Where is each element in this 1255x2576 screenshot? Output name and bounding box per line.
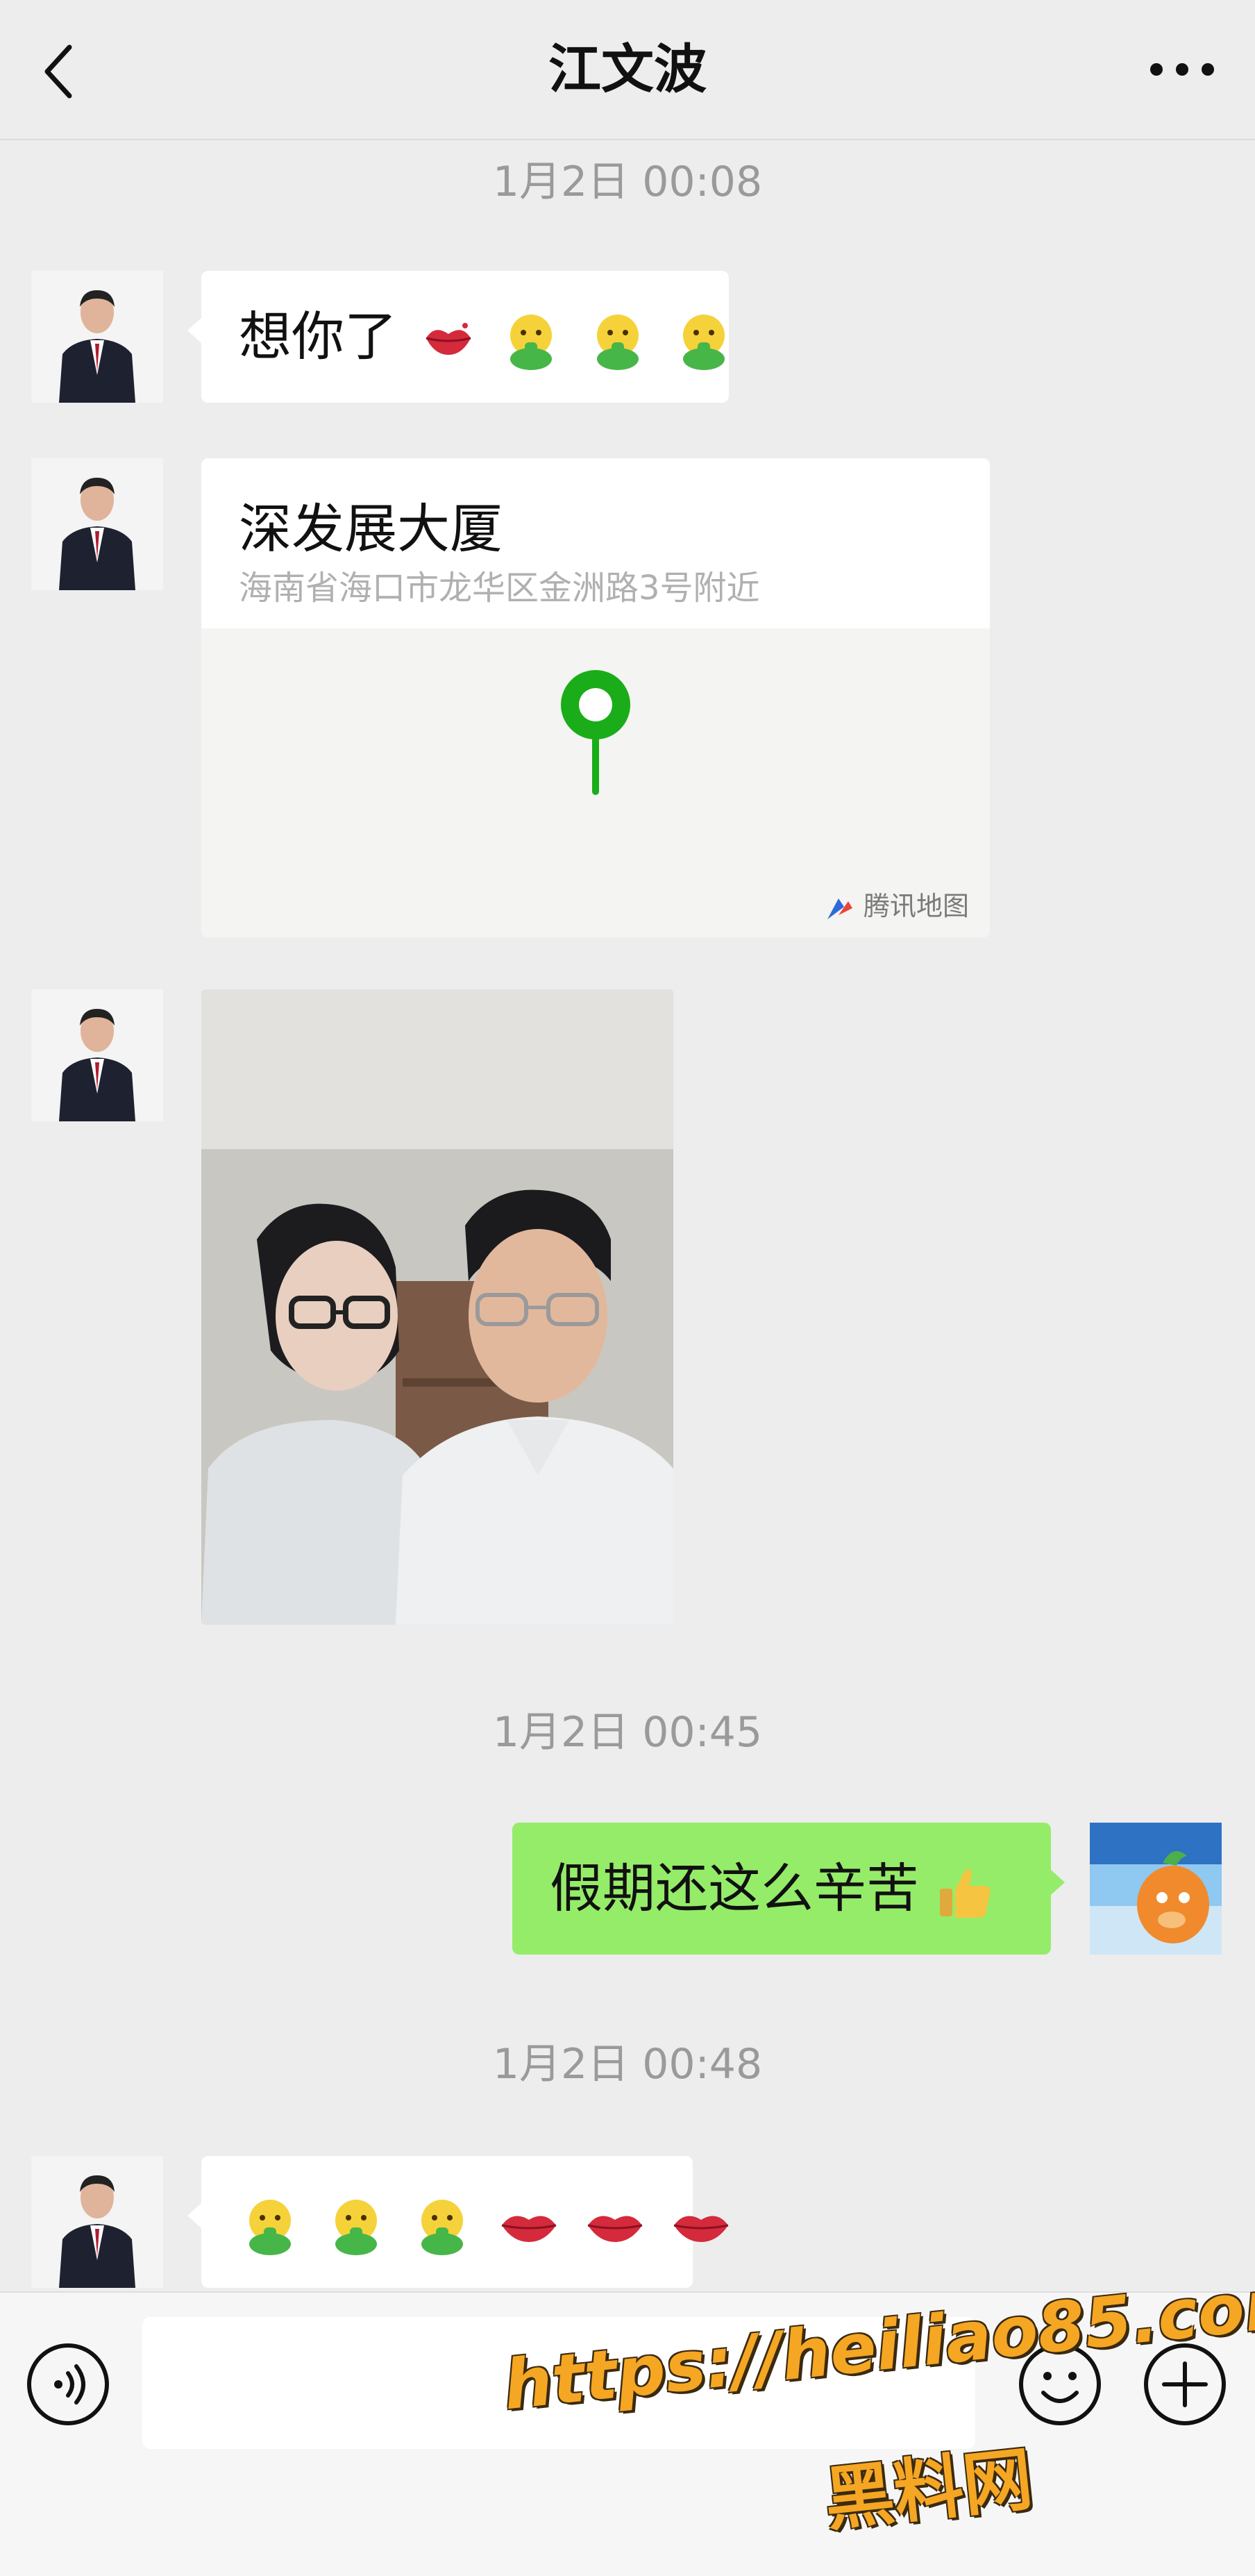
thumbs-up-icon <box>940 1869 991 1918</box>
message-text-content: 假期还这么辛苦 <box>550 1857 919 1919</box>
face-vomiting-icon <box>682 315 725 370</box>
contact-avatar[interactable] <box>31 989 163 1121</box>
voice-button[interactable] <box>25 2341 111 2427</box>
timestamp: 1月2日 00:45 <box>492 1708 763 1757</box>
location-address: 海南省海口市龙华区金洲路3号附近 <box>239 569 760 608</box>
face-vomiting-icon <box>335 2200 378 2255</box>
image-message[interactable] <box>201 989 673 1625</box>
selfie-photo-icon <box>201 989 673 1625</box>
my-avatar[interactable] <box>1090 1823 1222 1955</box>
contact-avatar[interactable] <box>31 458 163 590</box>
message-emojis <box>239 2187 732 2257</box>
map-brand: 腾讯地图 <box>825 889 969 923</box>
message-text: 假期还这么辛苦 <box>550 1854 995 1923</box>
location-name: 深发展大厦 <box>239 498 503 560</box>
lips-kiss-icon <box>426 323 471 355</box>
lips-icon <box>587 2216 642 2242</box>
timestamp: 1月2日 00:48 <box>492 2040 763 2089</box>
location-map: 腾讯地图 <box>201 628 990 937</box>
more-functions-button[interactable] <box>1142 2341 1228 2427</box>
tencent-map-logo-icon <box>827 898 852 919</box>
face-vomiting-icon <box>596 315 639 370</box>
bubble-tail <box>187 318 201 343</box>
face-vomiting-icon <box>249 2200 291 2255</box>
contact-avatar[interactable] <box>31 2156 163 2288</box>
chat-title: 江文波 <box>548 38 707 100</box>
avatar-man-suit-icon <box>31 271 163 403</box>
more-dots-icon <box>1150 63 1214 76</box>
location-card[interactable]: 深发展大厦 海南省海口市龙华区金洲路3号附近 腾讯地图 <box>201 458 990 937</box>
message-bubble[interactable] <box>187 2156 729 2288</box>
chat-header: 江文波 <box>0 0 1255 140</box>
message-text: 想你了 <box>239 302 735 371</box>
lips-icon <box>673 2216 729 2242</box>
message-bubble[interactable]: 想你了 <box>187 271 729 403</box>
timestamp: 1月2日 00:08 <box>492 158 763 206</box>
message-bubble-me[interactable]: 假期还这么辛苦 <box>512 1823 1065 1955</box>
message-text-content: 想你了 <box>239 306 397 367</box>
more-button[interactable] <box>1144 49 1220 90</box>
voice-icon <box>27 2343 109 2425</box>
face-vomiting-icon <box>421 2200 464 2255</box>
avatar-cartoon-carrot-icon <box>1090 1823 1222 1955</box>
bubble-tail <box>1051 1870 1065 1895</box>
input-bar <box>0 2291 1255 2576</box>
map-brand-label: 腾讯地图 <box>863 891 969 921</box>
map-pin-icon <box>561 670 630 795</box>
face-vomiting-icon <box>510 315 553 370</box>
emoji-button[interactable] <box>1017 2341 1103 2427</box>
avatar-man-suit-icon <box>31 2156 163 2288</box>
plus-icon <box>1144 2343 1226 2425</box>
emoji-icon <box>1019 2343 1101 2425</box>
contact-avatar[interactable] <box>31 271 163 403</box>
avatar-man-suit-icon <box>31 989 163 1121</box>
message-input[interactable] <box>142 2317 975 2449</box>
lips-icon <box>501 2216 556 2242</box>
avatar-man-suit-icon <box>31 458 163 590</box>
location-header: 深发展大厦 海南省海口市龙华区金洲路3号附近 <box>201 458 990 628</box>
bubble-tail <box>187 2203 201 2228</box>
